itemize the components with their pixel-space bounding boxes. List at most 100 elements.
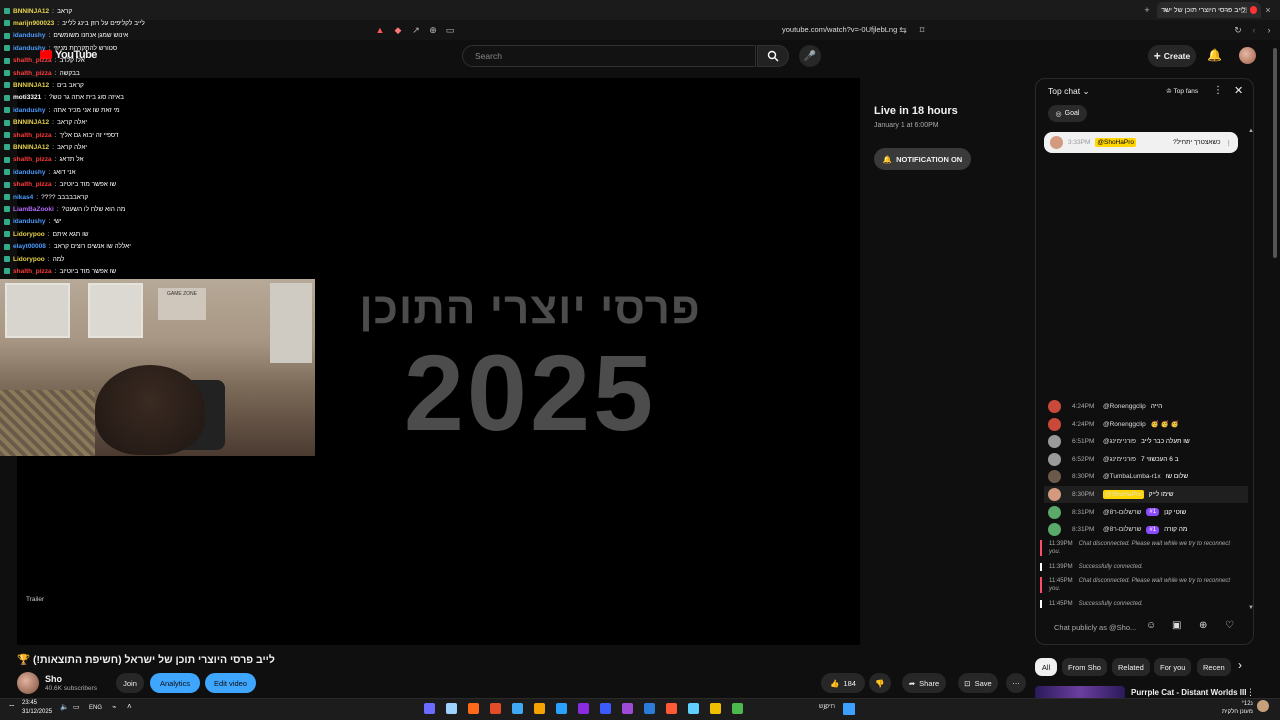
- weather-widget[interactable]: נ°12 מעונן חלקית: [1222, 700, 1253, 716]
- save-button[interactable]: ⊡ Save: [958, 673, 998, 693]
- chat-mode-dropdown[interactable]: Top chat ⌄: [1048, 86, 1090, 97]
- window-close-icon[interactable]: ×: [1262, 4, 1274, 16]
- share-page-icon[interactable]: ↗: [410, 24, 422, 36]
- taskbar-search[interactable]: חיפוש: [790, 703, 835, 715]
- channel-avatar[interactable]: [17, 672, 39, 694]
- screenshot-icon[interactable]: ▭: [444, 24, 456, 36]
- chat-message[interactable]: 8:31PM @שרשלום-ר8 #1 שוטי קנן: [1044, 504, 1248, 521]
- chat-author[interactable]: @TumbaLumba-r1x: [1103, 473, 1161, 480]
- search-button[interactable]: [757, 45, 789, 67]
- chat-message[interactable]: 4:24PM @Ronenggclip 🥳 🥳 🥳: [1044, 416, 1248, 433]
- chat-message[interactable]: 8:30PM @TumbaLumba-r1x שלום שו: [1044, 468, 1248, 485]
- app-icon[interactable]: [446, 703, 457, 714]
- app-icon[interactable]: [578, 703, 589, 714]
- channel-name[interactable]: Sho: [45, 674, 62, 684]
- create-button[interactable]: + Create: [1148, 45, 1196, 67]
- filter-chip[interactable]: Recen: [1197, 658, 1231, 676]
- chat-author[interactable]: @שרשלום-ר8: [1103, 509, 1141, 516]
- app-icon[interactable]: [468, 703, 479, 714]
- app-icon[interactable]: [424, 703, 435, 714]
- taskbar-search-icon[interactable]: ⌕: [823, 703, 827, 713]
- chat-avatar[interactable]: [1048, 470, 1061, 484]
- chat-message[interactable]: 8:31PM @שרשלום-ר8 #1 מה קורה: [1044, 521, 1248, 538]
- super-chat-icon[interactable]: ▣: [1172, 620, 1186, 634]
- maximize-icon[interactable]: □: [1238, 4, 1250, 16]
- chat-author[interactable]: @Ronenggclip: [1103, 403, 1146, 410]
- chat-scroll-down-icon[interactable]: ▼: [1248, 605, 1254, 611]
- search-input[interactable]: Search: [462, 45, 756, 67]
- analytics-button[interactable]: Analytics: [150, 673, 200, 693]
- app-icon[interactable]: [644, 703, 655, 714]
- network-icon[interactable]: ▭: [73, 703, 80, 711]
- edit-video-button[interactable]: Edit video: [205, 673, 256, 693]
- related-more-icon[interactable]: ⋮: [1246, 687, 1255, 698]
- translate-icon[interactable]: ⇆: [897, 24, 909, 36]
- wifi-icon[interactable]: ⌔: [8, 703, 16, 713]
- filter-chip[interactable]: Related: [1112, 658, 1150, 676]
- chat-author[interactable]: @ShoHaPro: [1103, 490, 1144, 499]
- reload-icon[interactable]: ↻: [1232, 24, 1244, 36]
- app-icon[interactable]: [556, 703, 567, 714]
- filter-chip[interactable]: For you: [1154, 658, 1192, 676]
- share-button[interactable]: ➦ Share: [902, 673, 946, 693]
- chat-message[interactable]: 4:24PM @Ronenggclip הייה: [1044, 398, 1248, 415]
- bookmark-icon[interactable]: ⌑: [916, 24, 928, 36]
- pinned-message[interactable]: 3:33PM @ShoHaPro כשאצטרך יתחיל? ⋮: [1044, 132, 1238, 153]
- voice-search-button[interactable]: 🎤: [799, 45, 821, 67]
- app-icon[interactable]: [600, 703, 611, 714]
- notification-on-button[interactable]: 🔔 NOTIFICATION ON: [874, 148, 971, 170]
- account-avatar[interactable]: [1239, 47, 1256, 64]
- minimize-icon[interactable]: –: [1220, 4, 1232, 16]
- forward-icon[interactable]: ‹: [1248, 24, 1260, 36]
- filter-chip[interactable]: From Sho: [1062, 658, 1107, 676]
- related-video-title[interactable]: Purrple Cat - Distant Worlds III: [1131, 688, 1246, 697]
- chat-author[interactable]: @פורניימינג: [1103, 456, 1136, 463]
- chat-author[interactable]: @Ronenggclip: [1103, 421, 1146, 428]
- more-actions-button[interactable]: ⋯: [1006, 673, 1026, 693]
- back-icon[interactable]: ›: [1263, 24, 1275, 36]
- app-icon[interactable]: [666, 703, 677, 714]
- new-tab-icon[interactable]: +: [1141, 4, 1153, 16]
- start-windows-icon[interactable]: [843, 703, 855, 715]
- volume-icon[interactable]: 🔈: [60, 703, 69, 711]
- app-icon[interactable]: [622, 703, 633, 714]
- chat-menu-icon[interactable]: ⋮: [1213, 85, 1223, 96]
- chevron-right-icon[interactable]: ›: [1238, 658, 1242, 672]
- emoji-icon[interactable]: ☺: [1146, 620, 1160, 634]
- tray-chevron-icon[interactable]: ˄: [127, 702, 132, 711]
- filter-chip[interactable]: All: [1035, 658, 1057, 676]
- like-button[interactable]: 👍 184: [821, 673, 865, 693]
- chat-avatar[interactable]: [1048, 417, 1061, 431]
- chat-avatar[interactable]: [1048, 452, 1061, 466]
- join-button[interactable]: Join: [116, 673, 144, 693]
- page-scrollbar[interactable]: [1273, 48, 1277, 258]
- zoom-icon[interactable]: ⊕: [427, 24, 439, 36]
- close-tab-icon[interactable]: ×: [1160, 4, 1172, 16]
- battery-icon[interactable]: ⌁: [112, 703, 116, 711]
- chat-author[interactable]: @שרשלום-ר8: [1103, 526, 1141, 533]
- chat-avatar[interactable]: [1048, 488, 1061, 501]
- shield-icon[interactable]: ◆: [392, 24, 404, 36]
- language-indicator[interactable]: ENG: [89, 705, 102, 711]
- clock-date[interactable]: 31/12/2025: [22, 709, 52, 715]
- notifications-icon[interactable]: 🔔: [1207, 48, 1222, 62]
- pinned-menu-icon[interactable]: ⋮: [1226, 139, 1233, 147]
- chat-avatar[interactable]: [1048, 505, 1061, 519]
- app-icon[interactable]: [534, 703, 545, 714]
- chat-scroll-up-icon[interactable]: ▲: [1248, 128, 1254, 134]
- chat-avatar[interactable]: [1048, 435, 1061, 449]
- chat-message[interactable]: 6:51PM @פורניימינג שו תעלה כבר לייב: [1044, 433, 1248, 450]
- clock-time[interactable]: 23:45: [22, 700, 37, 706]
- chat-avatar[interactable]: [1048, 523, 1061, 537]
- chat-message[interactable]: 6:52PM @פורניימינג ב 6 העכשווי 7: [1044, 451, 1248, 468]
- app-icon[interactable]: [710, 703, 721, 714]
- dislike-button[interactable]: 👎: [869, 673, 891, 693]
- heart-icon[interactable]: ♡: [1225, 620, 1239, 634]
- extension-icon[interactable]: ▲: [374, 24, 386, 36]
- app-icon[interactable]: [688, 703, 699, 714]
- top-fans-button[interactable]: ♔ Top fans: [1166, 87, 1198, 95]
- chat-input[interactable]: Chat publicly as @Sho...: [1054, 623, 1136, 632]
- chat-avatar[interactable]: [1048, 400, 1061, 413]
- app-icon[interactable]: [512, 703, 523, 714]
- app-icon[interactable]: [490, 703, 501, 714]
